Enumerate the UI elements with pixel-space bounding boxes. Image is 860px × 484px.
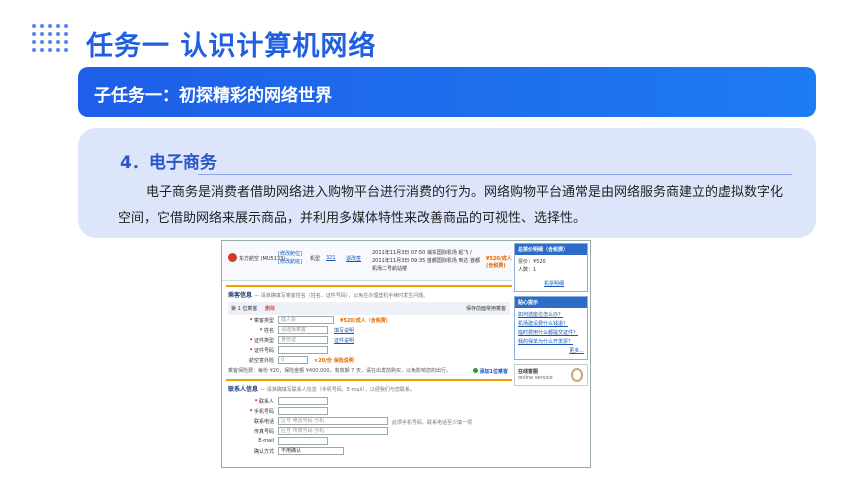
- change-cabin-link[interactable]: [修改舱位]: [278, 250, 302, 258]
- contact-note: — 请准确填写联系人信息（手机号码、E-mail），以便我们与您联系。: [260, 387, 415, 393]
- id-number-input[interactable]: [278, 346, 328, 354]
- insurance-select[interactable]: 0: [278, 356, 308, 364]
- flight-summary: 东方航空 (MU5133) [修改舱位] [修改航班] 机型 321 退改签 2…: [222, 241, 512, 281]
- booking-form: 乘客信息 — 请准确填写乘客姓名（姓名、证件号码），以免在办理登机手续时发生问题…: [226, 285, 512, 461]
- tips-title: 贴心提示: [515, 297, 587, 308]
- contact-hint: 此项手机号码、联系电话至少填一项: [392, 420, 473, 426]
- passenger-heading: 乘客信息: [228, 292, 253, 299]
- insurance-note: 乘客保险费：每份 ¥20，保险金额 ¥400,000，有效期 7 天，请在出发前…: [228, 368, 451, 374]
- ecommerce-screenshot: 东方航空 (MU5133) [修改舱位] [修改航班] 机型 321 退改签 2…: [221, 240, 591, 468]
- sidebar: 总票价明细（含税费） 票价：¥520 人数：1 机票明细 贴心提示 如何选座位怎…: [514, 243, 588, 386]
- field-label: 手机号码: [253, 409, 274, 415]
- field-label: 联系电话: [253, 419, 274, 425]
- passenger-section: 乘客信息 — 请准确填写乘客姓名（姓名、证件号码），以免在办理登机手续时发生问题…: [226, 285, 512, 377]
- field-label: 证件类型: [253, 338, 274, 344]
- add-passenger-button[interactable]: 添加1位乘客: [472, 368, 508, 375]
- headset-icon: [571, 368, 583, 382]
- field-label: 证件号码: [253, 348, 274, 354]
- mobile-input[interactable]: [278, 407, 328, 415]
- field-label: 传真号码: [253, 429, 274, 435]
- save-passenger-checkbox[interactable]: 保存前面常用乘客: [466, 305, 506, 312]
- plane-type-link[interactable]: 321: [326, 255, 336, 261]
- ticket-price: ¥520/成人 (含税费): [486, 256, 512, 269]
- add-icon: [472, 368, 478, 373]
- content-card: 4．电子商务 电子商务是消费者借助网络进入购物平台进行消费的行为。网络购物平台通…: [78, 128, 816, 238]
- page-title: 任务一 认识计算机网络: [86, 31, 377, 62]
- heading-divider: [198, 174, 792, 175]
- contact-name-input[interactable]: [278, 397, 328, 405]
- dot-grid-decoration: [32, 24, 70, 54]
- field-label: 确认方式: [253, 449, 274, 455]
- order-summary-box: 总票价明细（含税费） 票价：¥520 人数：1 机票明细: [514, 243, 588, 292]
- airline-logo-icon: [228, 253, 237, 262]
- section-paragraph: 电子商务是消费者借助网络进入购物平台进行消费的行为。网络购物平台通常是由网络服务…: [118, 185, 784, 226]
- tip-link[interactable]: 临时费用什么都提交证件？: [518, 329, 584, 338]
- insurance-price: ×20/份 保险说明: [314, 358, 354, 364]
- passenger-note: — 请准确填写乘客姓名（姓名、证件号码），以免在办理登机手续时发生问题。: [254, 293, 429, 299]
- field-label: 航空意外险: [248, 358, 274, 364]
- add-passenger-label: 添加1位乘客: [479, 369, 508, 375]
- tip-link[interactable]: 如何选座位怎么办？: [518, 311, 584, 320]
- tips-box: 贴心提示 如何选座位怎么办？ 机场建设费什么钱退？ 临时费用什么都提交证件？ 我…: [514, 296, 588, 360]
- passenger-index: 第 1 位乘客: [231, 306, 258, 312]
- subtask-label: 子任务一：初探精彩的网络世界: [94, 86, 332, 106]
- passenger-name-input[interactable]: 请选择乘客: [278, 326, 328, 334]
- plane-label: 机型: [310, 256, 321, 262]
- delete-passenger-button[interactable]: 删除: [265, 306, 275, 312]
- tip-link[interactable]: 我的保单为什么开发票？: [518, 338, 584, 347]
- more-tips-link[interactable]: 更多...: [518, 347, 584, 356]
- contact-section: 联系人信息 — 请准确填写联系人信息（手机号码、E-mail），以便我们与您联系…: [226, 379, 512, 461]
- section-heading: 4．电子商务: [120, 153, 217, 173]
- tip-link[interactable]: 机场建设费什么钱退？: [518, 320, 584, 329]
- field-label: 联系人: [258, 399, 274, 405]
- contact-heading: 联系人信息: [228, 386, 259, 393]
- ticket-detail-link[interactable]: 机票明细: [518, 280, 584, 288]
- passenger-price: ¥520/成人（含税费）: [340, 318, 391, 324]
- refund-policy-link[interactable]: 退改签: [346, 255, 361, 262]
- route-info: 2011年11月3日 07:50 浦东国际机场 起飞 / 2011年11月3日 …: [372, 250, 481, 272]
- order-summary-title: 总票价明细（含税费）: [515, 244, 587, 255]
- confirm-method-select[interactable]: 不用确认: [278, 447, 344, 455]
- change-flight-link[interactable]: [修改航班]: [278, 258, 302, 266]
- field-label: 姓名: [263, 328, 274, 334]
- field-label: E-mail: [258, 438, 274, 444]
- fax-input[interactable]: 区号 传真号码 分机: [278, 427, 388, 435]
- online-service-button[interactable]: 在线客服 online service: [514, 364, 588, 386]
- order-line: 人数：1: [518, 267, 537, 273]
- id-help-link[interactable]: 证件说明: [334, 337, 354, 344]
- name-help-link[interactable]: 填写说明: [334, 327, 354, 334]
- email-input[interactable]: [278, 437, 328, 445]
- id-type-select[interactable]: 身份证: [278, 336, 328, 344]
- passenger-type-select[interactable]: 成人票: [278, 316, 334, 324]
- service-subtitle: online service: [518, 375, 553, 381]
- order-line: 票价：¥520: [518, 259, 546, 265]
- subtask-banner: 子任务一：初探精彩的网络世界: [78, 67, 816, 117]
- phone-input[interactable]: 区号 电话号码 分机: [278, 417, 388, 425]
- passenger-bar: 第 1 位乘客 删除 保存前面常用乘客: [228, 302, 510, 315]
- field-label: 乘客类型: [253, 318, 274, 324]
